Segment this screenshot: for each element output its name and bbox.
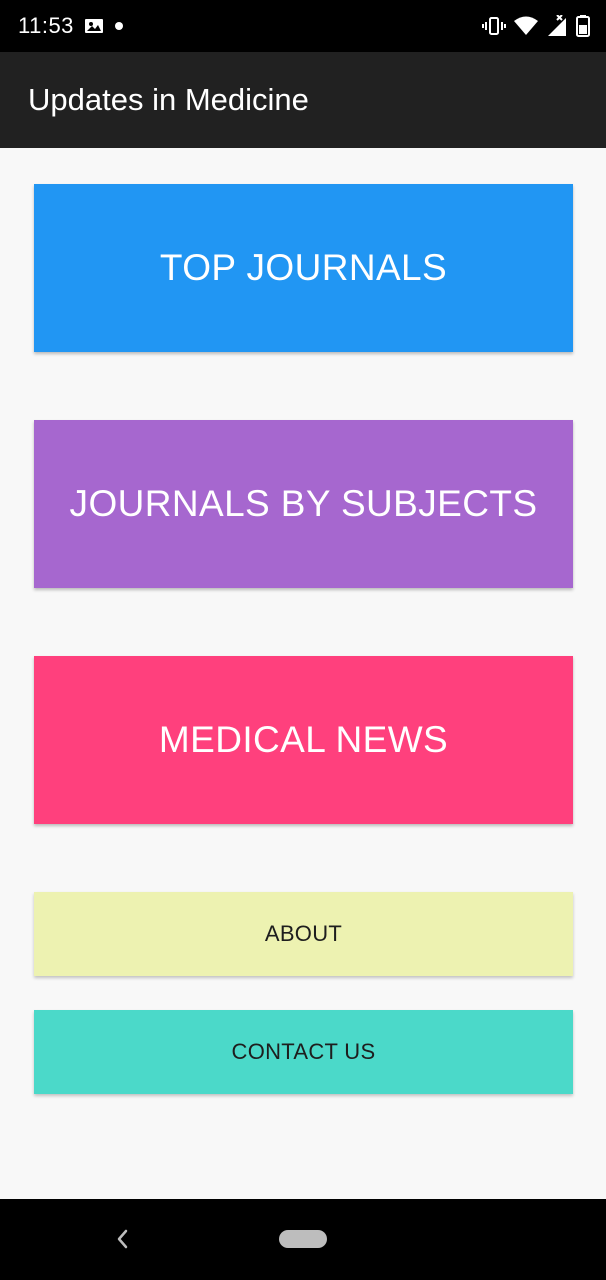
navigation-bar xyxy=(0,1199,606,1280)
app-bar: Updates in Medicine xyxy=(0,52,606,148)
medical-news-button[interactable]: MEDICAL NEWS xyxy=(34,656,573,824)
status-time: 11:53 xyxy=(18,13,74,38)
status-bar: 11:53 xyxy=(0,0,606,52)
journals-by-subjects-button[interactable]: JOURNALS BY SUBJECTS xyxy=(34,420,573,588)
top-journals-button[interactable]: TOP JOURNALS xyxy=(34,184,573,352)
vibrate-icon xyxy=(482,16,506,36)
home-pill-icon[interactable] xyxy=(279,1230,327,1248)
wifi-icon xyxy=(514,16,538,36)
main-content: TOP JOURNALS JOURNALS BY SUBJECTS MEDICA… xyxy=(0,148,606,1199)
app-title: Updates in Medicine xyxy=(28,82,309,117)
back-icon[interactable] xyxy=(108,1225,136,1253)
signal-icon xyxy=(546,15,568,37)
notification-dot-icon xyxy=(114,21,124,31)
photo-icon xyxy=(84,16,104,36)
about-button[interactable]: ABOUT xyxy=(34,892,573,976)
contact-us-button[interactable]: CONTACT US xyxy=(34,1010,573,1094)
battery-icon xyxy=(576,15,590,37)
